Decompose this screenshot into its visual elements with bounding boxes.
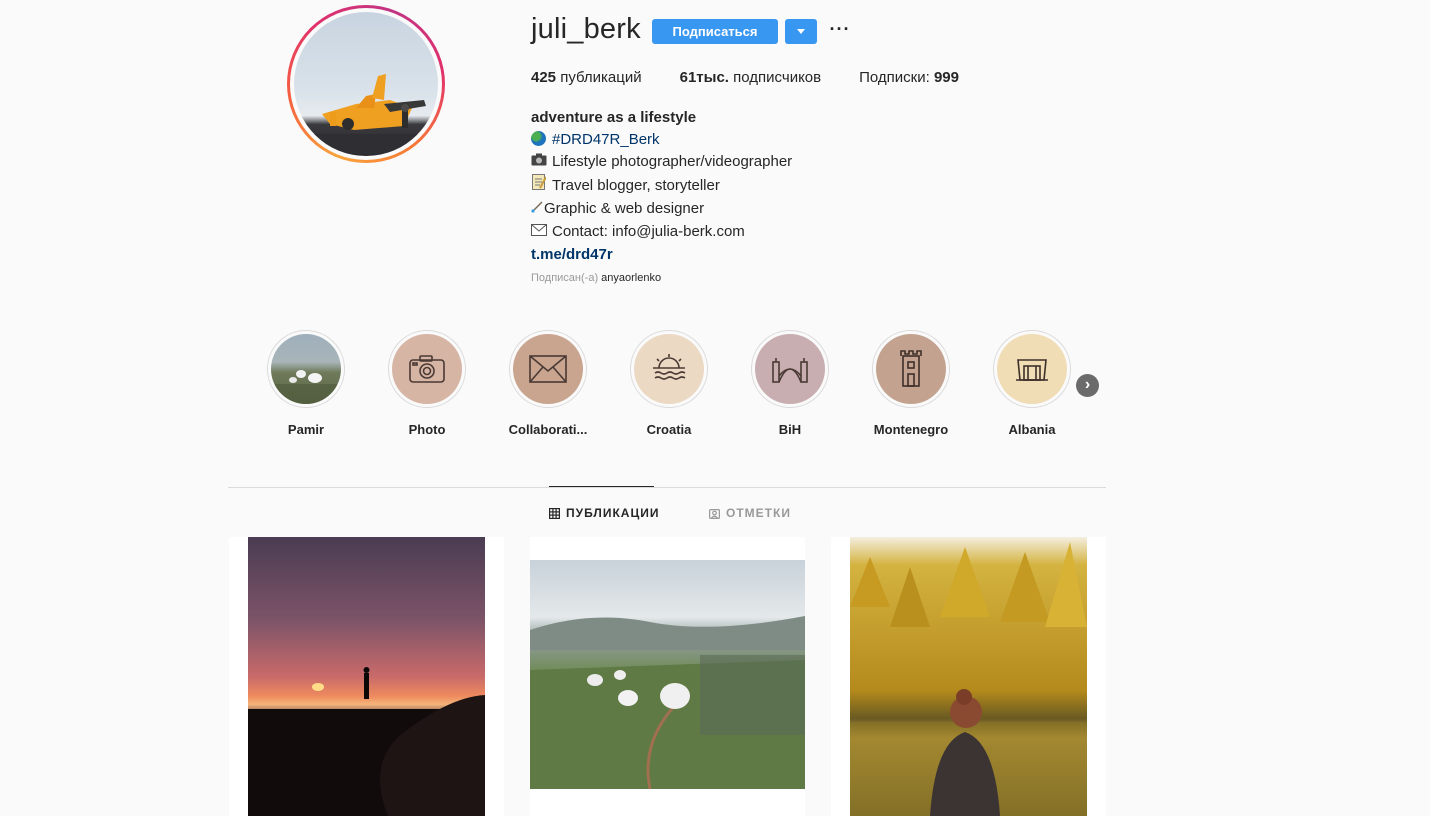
bio-contact-text: Contact: info@julia-berk.com xyxy=(552,223,745,240)
highlight-label: Collaborati... xyxy=(508,422,588,437)
bio-hashtag-link[interactable]: #DRD47R_Berk xyxy=(552,131,660,148)
more-options-icon[interactable]: ··· xyxy=(829,20,851,42)
profile-avatar-ring[interactable] xyxy=(287,5,445,163)
camera-icon xyxy=(392,334,462,404)
bridge-icon xyxy=(755,334,825,404)
highlight-collaboration[interactable]: Collaborati... xyxy=(493,330,603,437)
globe-icon xyxy=(531,131,546,146)
bio-name: adventure as a lifestyle xyxy=(531,109,697,126)
followers-count-label: подписчиков xyxy=(728,69,822,86)
following-count-label: Подписки: xyxy=(859,69,934,86)
posts-count-label: публикаций xyxy=(556,69,642,86)
highlight-label: Croatia xyxy=(646,422,692,437)
bio-contact-line: Contact: info@julia-berk.com xyxy=(531,221,792,244)
bio-travel-text: Travel blogger, storyteller xyxy=(552,177,720,194)
post-image xyxy=(530,560,805,789)
highlight-albania[interactable]: Albania xyxy=(977,330,1087,437)
bio-photo-text: Lifestyle photographer/videographer xyxy=(552,153,793,170)
highlights-next-chevron-icon[interactable]: › xyxy=(1076,374,1099,397)
memo-emoji-icon xyxy=(531,174,547,198)
paintbrush-emoji-icon xyxy=(531,199,543,221)
post-sunset-silhouette[interactable] xyxy=(229,537,504,816)
bio-external-link[interactable]: t.me/drd47r xyxy=(531,244,792,266)
followed-by-prefix: Подписан(-а) xyxy=(531,272,602,284)
highlight-pamir[interactable]: Pamir xyxy=(251,330,361,437)
highlight-bih[interactable]: BiH xyxy=(735,330,845,437)
post-pamir-domes[interactable] xyxy=(530,537,805,816)
highlight-croatia[interactable]: Croatia xyxy=(614,330,724,437)
following-count[interactable]: Подписки: 999 xyxy=(859,69,959,86)
suggested-accounts-dropdown-button[interactable] xyxy=(785,19,817,44)
profile-username: juli_berk xyxy=(531,13,641,45)
highlight-label: BiH xyxy=(778,422,802,437)
bio-design-line: Graphic & web designer xyxy=(531,198,792,221)
highlight-label: Montenegro xyxy=(873,422,949,437)
bio-hashtag-line: #DRD47R_Berk xyxy=(531,129,792,151)
profile-bio: adventure as a lifestyle #DRD47R_Berk Li… xyxy=(531,107,792,266)
highlight-photo[interactable]: Photo xyxy=(372,330,482,437)
highlight-label: Albania xyxy=(1008,422,1056,437)
highlight-ring xyxy=(993,330,1071,408)
profile-stats: 425 публикаций 61тыс. подписчиков Подпис… xyxy=(531,69,997,86)
posts-count-value: 425 xyxy=(531,69,557,86)
landscape-photo-icon xyxy=(271,334,341,404)
followed-by-user-link[interactable]: anyaorlenko xyxy=(601,272,661,284)
posts-count: 425 публикаций xyxy=(531,69,642,86)
envelope-emoji-icon xyxy=(531,222,547,244)
bio-travel-line: Travel blogger, storyteller xyxy=(531,174,792,198)
post-lake-forest[interactable] xyxy=(831,537,1106,816)
tower-icon xyxy=(876,334,946,404)
tagged-user-icon xyxy=(709,508,720,519)
following-count-value: 999 xyxy=(933,69,959,86)
grid-icon xyxy=(549,507,560,519)
camera-emoji-icon xyxy=(531,152,547,174)
bio-photo-line: Lifestyle photographer/videographer xyxy=(531,151,792,174)
tabs-divider xyxy=(228,487,1106,488)
tab-posts[interactable]: ПУБЛИКАЦИИ xyxy=(549,486,660,520)
highlight-ring xyxy=(630,330,708,408)
highlight-ring xyxy=(751,330,829,408)
tab-tagged[interactable]: ОТМЕТКИ xyxy=(709,506,791,520)
followed-by-text: Подписан(-а) anyaorlenko xyxy=(531,272,661,284)
post-image xyxy=(850,537,1087,816)
highlight-ring xyxy=(872,330,950,408)
bio-design-text: Graphic & web designer xyxy=(544,200,705,217)
followers-count[interactable]: 61тыс. подписчиков xyxy=(680,69,821,86)
follow-button[interactable]: Подписаться xyxy=(652,19,778,44)
followers-count-value: 61тыс. xyxy=(679,69,729,86)
tab-posts-label: ПУБЛИКАЦИИ xyxy=(566,506,660,520)
avatar-airplane-image xyxy=(294,74,436,154)
monument-icon xyxy=(997,334,1067,404)
post-image xyxy=(248,537,485,816)
highlight-label: Photo xyxy=(408,422,446,437)
envelope-icon xyxy=(513,334,583,404)
highlight-ring xyxy=(509,330,587,408)
highlight-ring xyxy=(267,330,345,408)
tab-tagged-label: ОТМЕТКИ xyxy=(726,506,791,520)
story-highlights: Pamir Photo Collaborati... Croatia BiH M… xyxy=(245,330,1125,440)
highlight-montenegro[interactable]: Montenegro xyxy=(856,330,966,437)
avatar-frame xyxy=(290,8,442,160)
sunset-icon xyxy=(634,334,704,404)
highlight-label: Pamir xyxy=(287,422,325,437)
avatar xyxy=(294,12,438,156)
highlight-ring xyxy=(388,330,466,408)
